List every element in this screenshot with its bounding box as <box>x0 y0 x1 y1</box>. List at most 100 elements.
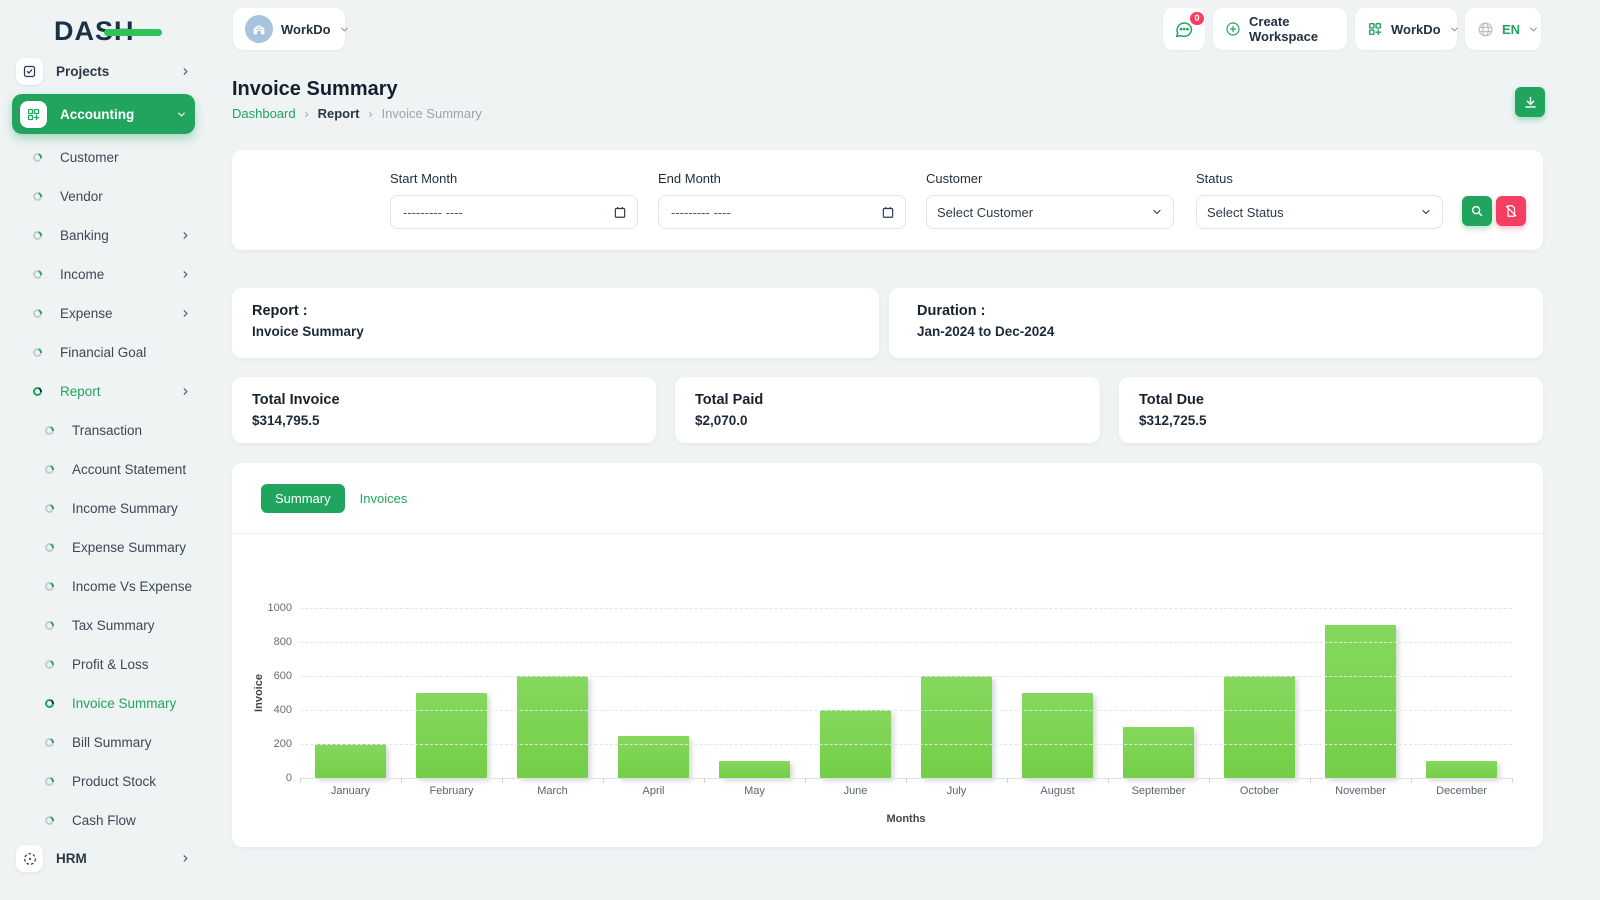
sidebar-item-cash-flow[interactable]: Cash Flow <box>0 801 207 840</box>
calendar-icon <box>613 205 627 219</box>
bar-slot-december <box>1411 608 1512 778</box>
total-paid-label: Total Paid <box>695 392 764 408</box>
end-month-input[interactable] <box>658 195 906 229</box>
bullet-icon <box>33 387 42 396</box>
sidebar-item-income[interactable]: Income <box>0 255 207 294</box>
status-select[interactable]: Select Status <box>1196 195 1443 229</box>
sidebar-item-product-stock[interactable]: Product Stock <box>0 762 207 801</box>
sidebar-item-profit-loss[interactable]: Profit & Loss <box>0 645 207 684</box>
chart-card: Summary Invoices Invoice January February… <box>232 463 1543 847</box>
workdo-menu-button[interactable]: WorkDo <box>1355 8 1458 50</box>
tabs-divider <box>232 533 1543 534</box>
bar-slot-august <box>1007 608 1108 778</box>
bar-slot-january <box>300 608 401 778</box>
messages-button[interactable]: 0 <box>1163 8 1205 50</box>
sidebar-item-transaction[interactable]: Transaction <box>0 411 207 450</box>
x-tick-label: September <box>1131 785 1186 797</box>
sidebar-item-expense-summary[interactable]: Expense Summary <box>0 528 207 567</box>
x-axis-tick <box>704 778 705 783</box>
tab-summary[interactable]: Summary <box>261 484 345 513</box>
bar-november[interactable] <box>1324 625 1397 778</box>
circle-plus-icon <box>1225 21 1241 37</box>
bullet-icon <box>33 348 42 357</box>
bar-january[interactable] <box>314 744 387 778</box>
page-title: Invoice Summary <box>232 78 398 100</box>
sidebar-item-income-vs-expense[interactable]: Income Vs Expense <box>0 567 207 606</box>
create-workspace-label: Create Workspace <box>1249 14 1319 44</box>
sidebar-item-invoice-summary[interactable]: Invoice Summary <box>0 684 207 723</box>
sidebar-item-report[interactable]: Report <box>0 372 207 411</box>
globe-icon <box>1477 21 1494 38</box>
x-axis-tick <box>401 778 402 783</box>
sidebar-item-label: Income Summary <box>72 501 178 516</box>
end-month-value[interactable] <box>669 203 881 221</box>
customer-select[interactable]: Select Customer <box>926 195 1174 229</box>
bullet-icon <box>45 777 54 786</box>
tab-invoices[interactable]: Invoices <box>360 491 408 506</box>
sidebar-item-label: Expense Summary <box>72 540 187 555</box>
sidebar-item-tax-summary[interactable]: Tax Summary <box>0 606 207 645</box>
breadcrumb-dashboard[interactable]: Dashboard <box>232 106 296 121</box>
workspace-switcher[interactable]: WorkDo <box>233 8 348 50</box>
bullet-icon <box>33 153 42 162</box>
download-button[interactable] <box>1515 87 1545 117</box>
sidebar-item-bill-summary[interactable]: Bill Summary <box>0 723 207 762</box>
bar-may[interactable] <box>718 761 791 778</box>
start-month-input[interactable] <box>390 195 638 229</box>
bullet-icon <box>33 192 42 201</box>
sidebar-item-hrm[interactable]: HRM <box>0 840 207 877</box>
gridline <box>300 744 1512 745</box>
chevron-right-icon: › <box>368 106 373 121</box>
building-icon <box>245 15 273 43</box>
bar-july[interactable] <box>920 676 993 778</box>
chevron-down-icon <box>1151 206 1163 218</box>
start-month-value[interactable] <box>401 203 613 221</box>
bar-april[interactable] <box>617 735 690 778</box>
sidebar-item-projects[interactable]: Projects <box>0 53 207 90</box>
x-axis-tick <box>1310 778 1311 783</box>
y-tick-label: 0 <box>285 772 292 784</box>
bullet-icon <box>45 504 54 513</box>
apply-filter-button[interactable] <box>1462 196 1492 226</box>
bar-august[interactable] <box>1021 693 1094 778</box>
bullet-icon <box>45 699 54 708</box>
sidebar-item-accounting[interactable]: Accounting <box>12 94 195 134</box>
bar-october[interactable] <box>1223 676 1296 778</box>
bar-march[interactable] <box>516 676 589 778</box>
bar-slot-april <box>603 608 704 778</box>
sidebar-item-label: Customer <box>60 150 119 165</box>
y-tick-label: 800 <box>273 636 292 648</box>
create-workspace-button[interactable]: Create Workspace <box>1213 8 1347 50</box>
bar-september[interactable] <box>1122 727 1195 778</box>
bar-slot-september <box>1108 608 1209 778</box>
sidebar-item-label: Accounting <box>60 106 135 122</box>
reset-filter-button[interactable] <box>1496 196 1526 226</box>
bullet-icon <box>45 816 54 825</box>
sidebar-item-vendor[interactable]: Vendor <box>0 177 207 216</box>
sidebar-item-banking[interactable]: Banking <box>0 216 207 255</box>
sidebar-item-label: Tax Summary <box>72 618 155 633</box>
sidebar-item-label: Expense <box>60 306 113 321</box>
sidebar-item-customer[interactable]: Customer <box>0 138 207 177</box>
sidebar-item-financial-goal[interactable]: Financial Goal <box>0 333 207 372</box>
brand-logo[interactable]: DASH <box>54 16 164 46</box>
sidebar-item-label: Report <box>60 384 101 399</box>
file-slash-icon <box>1504 204 1518 218</box>
sidebar-item-income-summary[interactable]: Income Summary <box>0 489 207 528</box>
y-tick-label: 400 <box>273 704 292 716</box>
bar-december[interactable] <box>1425 761 1498 778</box>
customer-select-value: Select Customer <box>937 204 1034 220</box>
x-tick-label: November <box>1335 785 1386 797</box>
language-selector[interactable]: EN <box>1465 8 1541 50</box>
bullet-icon <box>33 270 42 279</box>
sidebar-item-account-statement[interactable]: Account Statement <box>0 450 207 489</box>
breadcrumb-report[interactable]: Report <box>318 106 360 121</box>
chevron-down-icon <box>339 24 350 35</box>
sidebar-item-expense[interactable]: Expense <box>0 294 207 333</box>
sidebar-item-label: Bill Summary <box>72 735 152 750</box>
x-axis-tick <box>603 778 604 783</box>
messages-count-badge: 0 <box>1189 10 1205 26</box>
bar-february[interactable] <box>415 693 488 778</box>
total-invoice-value: $314,795.5 <box>252 413 320 428</box>
bullet-icon <box>45 465 54 474</box>
